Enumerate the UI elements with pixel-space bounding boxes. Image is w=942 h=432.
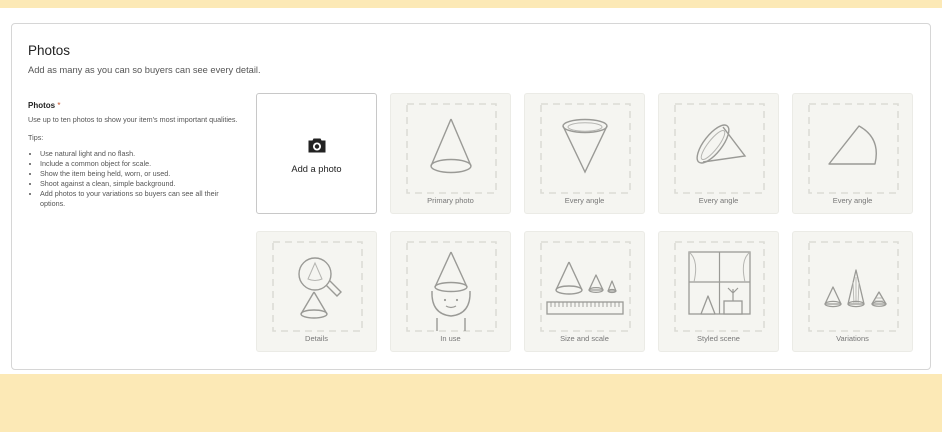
photo-slot-every-angle-2[interactable]: Every angle	[658, 93, 779, 214]
camera-icon	[308, 138, 326, 153]
slot-caption: Styled scene	[697, 334, 740, 343]
tip-item: Add photos to your variations so buyers …	[40, 189, 243, 209]
photo-slot-primary[interactable]: Primary photo	[390, 93, 511, 214]
slot-caption: Every angle	[698, 196, 739, 205]
photo-slot-every-angle-3[interactable]: Every angle	[792, 93, 913, 214]
slot-caption: Variations	[836, 334, 869, 343]
slot-caption: Every angle	[564, 196, 605, 205]
page-sheet: Photos Add as many as you can so buyers …	[0, 8, 942, 374]
photos-label-text: Photos	[28, 101, 56, 110]
photos-help-panel: Photos * Use up to ten photos to show yo…	[28, 101, 243, 209]
photos-section-card: Photos Add as many as you can so buyers …	[11, 23, 931, 370]
photo-slot-in-use[interactable]: In use	[390, 231, 511, 352]
add-photo-button[interactable]: Add a photo	[256, 93, 377, 214]
slot-caption: Size and scale	[560, 334, 609, 343]
tip-item: Include a common object for scale.	[40, 159, 243, 169]
slot-caption: Primary photo	[427, 196, 474, 205]
photos-field-label: Photos *	[28, 101, 243, 111]
tips-list: Use natural light and no flash. Include …	[28, 149, 243, 209]
tip-item: Shoot against a clean, simple background…	[40, 179, 243, 189]
photo-slot-size-and-scale[interactable]: Size and scale	[524, 231, 645, 352]
photo-slot-every-angle-1[interactable]: Every angle	[524, 93, 645, 214]
tip-item: Show the item being held, worn, or used.	[40, 169, 243, 179]
photos-description: Use up to ten photos to show your item's…	[28, 115, 238, 124]
photo-slot-details[interactable]: Details	[256, 231, 377, 352]
page-background-band	[0, 374, 942, 432]
tip-item: Use natural light and no flash.	[40, 149, 243, 159]
photo-slot-variations[interactable]: Variations	[792, 231, 913, 352]
slot-caption: In use	[440, 334, 461, 343]
section-title: Photos	[28, 43, 71, 58]
photo-slot-styled-scene[interactable]: Styled scene	[658, 231, 779, 352]
section-subtitle: Add as many as you can so buyers can see…	[28, 65, 261, 75]
add-photo-label: Add a photo	[291, 164, 342, 174]
required-marker: *	[57, 101, 61, 110]
tips-heading: Tips:	[28, 133, 44, 142]
slot-caption: Every angle	[832, 196, 873, 205]
slot-caption: Details	[305, 334, 328, 343]
